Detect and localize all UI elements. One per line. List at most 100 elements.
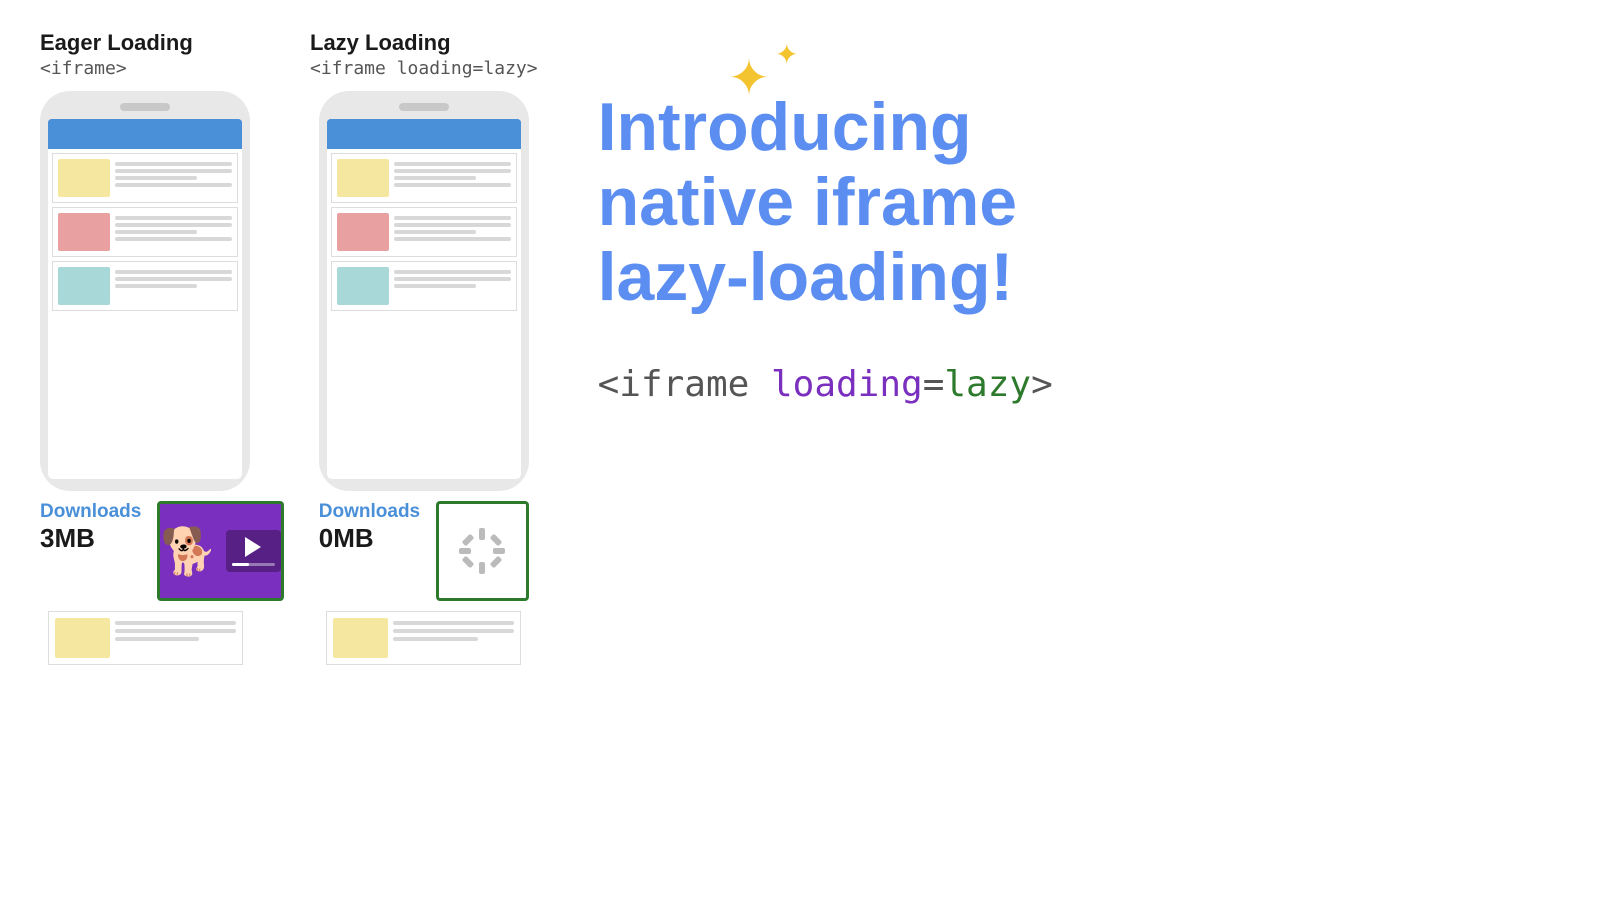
lazy-phone-screen bbox=[327, 119, 521, 479]
card-line bbox=[393, 629, 514, 633]
lazy-card-image-yellow bbox=[337, 159, 389, 197]
eager-iframe-preview: 🐕 bbox=[157, 501, 283, 601]
lazy-downloads-label: Downloads bbox=[319, 501, 420, 523]
card-image-yellow bbox=[58, 159, 110, 197]
card-line bbox=[393, 637, 478, 641]
video-progress-bar bbox=[232, 563, 275, 566]
eager-bottom-card bbox=[48, 611, 243, 665]
phone-content bbox=[48, 149, 242, 479]
phone-notch-lazy bbox=[399, 103, 449, 111]
card-line bbox=[394, 284, 476, 288]
card-line bbox=[394, 223, 511, 227]
right-side: Introducing native iframe lazy-loading! … bbox=[538, 30, 1560, 405]
card-line bbox=[115, 176, 197, 180]
lazy-bottom-card-lines bbox=[393, 618, 514, 658]
card-line bbox=[394, 176, 476, 180]
card-line bbox=[115, 230, 197, 234]
bottom-card-image bbox=[55, 618, 110, 658]
card-lines-2 bbox=[115, 213, 232, 241]
sparkle-small-icon: ✦ bbox=[775, 41, 798, 69]
main-container: Eager Loading <iframe> bbox=[0, 0, 1600, 919]
video-progress-fill bbox=[232, 563, 249, 566]
card-line bbox=[115, 637, 200, 641]
lazy-downloads: Downloads 0MB bbox=[319, 501, 420, 554]
eager-downloads-row: Downloads 3MB 🐕 bbox=[40, 501, 250, 601]
card-line bbox=[394, 277, 511, 281]
card-line bbox=[394, 162, 511, 166]
card-line bbox=[115, 270, 232, 274]
eager-code: <iframe> bbox=[40, 58, 250, 79]
page-card-2 bbox=[52, 207, 238, 257]
play-button-icon bbox=[245, 537, 261, 557]
card-line bbox=[394, 183, 511, 187]
eager-label: Eager Loading <iframe> bbox=[40, 30, 250, 79]
phone-content-lazy bbox=[327, 149, 521, 479]
eager-downloads-label: Downloads bbox=[40, 501, 141, 523]
page-card-1 bbox=[52, 153, 238, 203]
lazy-title: Lazy Loading bbox=[310, 30, 538, 56]
card-line bbox=[115, 169, 232, 173]
eager-downloads: Downloads 3MB bbox=[40, 501, 141, 554]
lazy-section: Lazy Loading <iframe loading=lazy> bbox=[310, 30, 538, 665]
card-image-pink bbox=[58, 213, 110, 251]
card-line bbox=[394, 270, 511, 274]
card-line bbox=[393, 621, 514, 625]
card-line bbox=[394, 169, 511, 173]
eager-below-phone: Downloads 3MB 🐕 bbox=[40, 501, 250, 665]
intro-line3: lazy-loading! bbox=[598, 239, 1014, 315]
lazy-card-lines-1 bbox=[394, 159, 511, 187]
card-line bbox=[115, 277, 232, 281]
eager-section: Eager Loading <iframe> bbox=[40, 30, 250, 665]
lazy-card-image-teal bbox=[337, 267, 389, 305]
phone-top-bar bbox=[48, 119, 242, 149]
code-part1: <iframe bbox=[598, 364, 771, 405]
eager-title: Eager Loading bbox=[40, 30, 250, 56]
lazy-below-phone: Downloads 0MB bbox=[319, 501, 529, 665]
code-snippet: <iframe loading=lazy> bbox=[598, 364, 1053, 405]
lazy-card-lines-2 bbox=[394, 213, 511, 241]
dog-icon: 🐕 bbox=[160, 524, 217, 579]
lazy-bottom-card bbox=[326, 611, 521, 665]
lazy-card-lines-3 bbox=[394, 267, 511, 288]
sparkle-big-icon: ✦ bbox=[728, 53, 770, 103]
card-line bbox=[394, 237, 511, 241]
card-line bbox=[115, 216, 232, 220]
eager-phone-screen bbox=[48, 119, 242, 479]
card-line bbox=[115, 237, 232, 241]
eager-downloads-value: 3MB bbox=[40, 523, 95, 554]
lazy-card-image-pink bbox=[337, 213, 389, 251]
card-lines-3 bbox=[115, 267, 232, 288]
intro-line2: native iframe bbox=[598, 164, 1018, 240]
bottom-card-lines bbox=[115, 618, 236, 658]
card-line bbox=[115, 621, 236, 625]
loading-spinner-icon bbox=[457, 526, 507, 576]
lazy-phone bbox=[319, 91, 529, 491]
code-part3: = bbox=[923, 364, 945, 405]
eager-phone bbox=[40, 91, 250, 491]
page-card-3 bbox=[52, 261, 238, 311]
card-lines-1 bbox=[115, 159, 232, 187]
sparkle-area: ✦ ✦ bbox=[720, 35, 810, 115]
card-line bbox=[394, 230, 476, 234]
lazy-code: <iframe loading=lazy> bbox=[310, 58, 538, 79]
card-line bbox=[115, 162, 232, 166]
card-line bbox=[115, 284, 197, 288]
lazy-page-card-2 bbox=[331, 207, 517, 257]
lazy-page-card-1 bbox=[331, 153, 517, 203]
video-icon-box bbox=[226, 530, 281, 572]
card-image-teal bbox=[58, 267, 110, 305]
phone-top-bar-lazy bbox=[327, 119, 521, 149]
loading-spinner-container bbox=[439, 504, 526, 598]
card-line bbox=[115, 183, 232, 187]
code-part5: > bbox=[1031, 364, 1053, 405]
card-line bbox=[115, 223, 232, 227]
code-part4: lazy bbox=[944, 364, 1031, 405]
phone-notch bbox=[120, 103, 170, 111]
lazy-downloads-row: Downloads 0MB bbox=[319, 501, 529, 601]
lazy-bottom-card-image bbox=[333, 618, 388, 658]
lazy-downloads-value: 0MB bbox=[319, 523, 374, 554]
card-line bbox=[394, 216, 511, 220]
lazy-page-card-3 bbox=[331, 261, 517, 311]
intro-title: Introducing native iframe lazy-loading! bbox=[598, 90, 1018, 314]
lazy-label: Lazy Loading <iframe loading=lazy> bbox=[310, 30, 538, 79]
